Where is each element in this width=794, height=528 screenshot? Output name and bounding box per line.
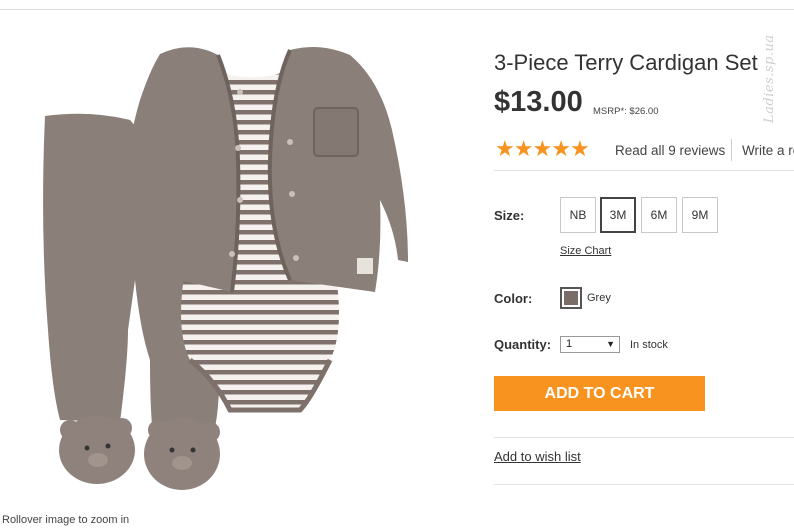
msrp: MSRP*: $26.00 [593, 106, 659, 117]
read-reviews-link[interactable]: Read all 9 reviews [615, 143, 725, 158]
price: $13.00 [494, 86, 583, 118]
size-label: Size: [494, 208, 525, 223]
top-divider [0, 9, 794, 10]
add-to-wish-list-link[interactable]: Add to wish list [494, 449, 581, 464]
add-to-cart-button[interactable]: ADD TO CART [494, 376, 705, 411]
star-icon: ★ [513, 136, 534, 161]
quantity-select[interactable]: 1 ▼ [560, 336, 620, 353]
color-name: Grey [587, 292, 611, 304]
star-icon: ★ [551, 136, 571, 161]
write-review-link[interactable]: Write a review [742, 143, 794, 158]
product-title: 3-Piece Terry Cardigan Set [494, 50, 758, 75]
product-image[interactable] [0, 30, 470, 500]
quantity-value: 1 [566, 338, 573, 350]
quantity-label: Quantity: [494, 337, 552, 352]
color-swatch[interactable] [560, 287, 582, 309]
star-icon: ★ [569, 136, 590, 161]
divider [494, 437, 794, 438]
size-option-nb[interactable]: NB [560, 197, 596, 233]
divider [731, 139, 732, 161]
size-chart-link[interactable]: Size Chart [560, 245, 611, 257]
size-option-6m[interactable]: 6M [641, 197, 677, 233]
zoom-hint: Rollover image to zoom in [2, 514, 130, 526]
color-label: Color: [494, 291, 533, 306]
divider [494, 170, 794, 171]
stock-status: In stock [630, 339, 668, 351]
size-option-3m[interactable]: 3M [600, 197, 636, 233]
rating-stars: ★★★★★ [495, 136, 590, 161]
divider [494, 484, 794, 485]
star-icon: ★ [532, 136, 552, 161]
watermark: Ladies.sp.ua [762, 34, 777, 123]
star-icon: ★ [495, 136, 515, 161]
dropdown-arrow-icon: ▼ [606, 339, 615, 349]
size-option-9m[interactable]: 9M [682, 197, 718, 233]
